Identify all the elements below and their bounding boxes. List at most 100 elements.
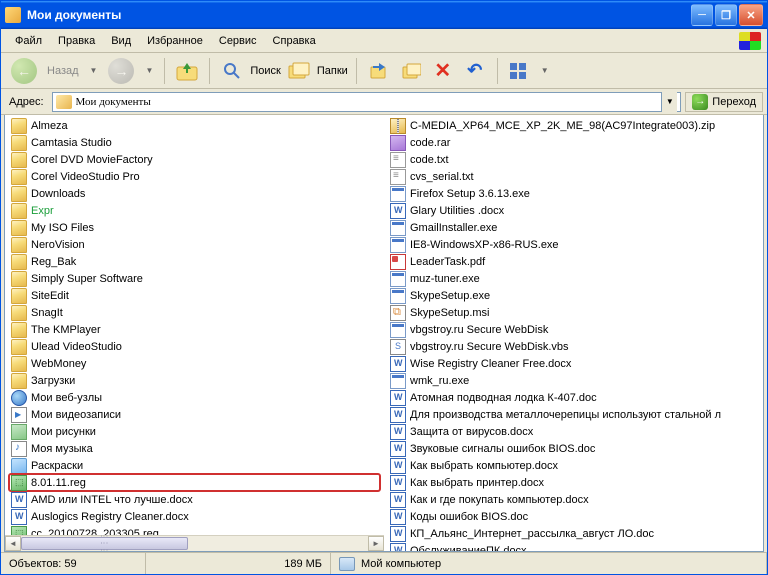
up-button[interactable]	[173, 57, 201, 85]
go-button[interactable]: → Переход	[685, 92, 763, 112]
file-item[interactable]: Атомная подводная лодка К-407.doc	[388, 389, 759, 406]
menu-favorites[interactable]: Избранное	[139, 32, 211, 50]
globe-icon	[11, 390, 27, 406]
file-item[interactable]: Мои веб-узлы	[9, 389, 380, 406]
file-item[interactable]: Almeza	[9, 117, 380, 134]
back-button[interactable]: ←	[7, 54, 41, 88]
folders-button[interactable]	[285, 57, 313, 85]
folders-label[interactable]: Папки	[317, 65, 348, 77]
forward-dropdown[interactable]: ▼	[142, 66, 156, 75]
file-item[interactable]: Как и где покупать компьютер.docx	[388, 491, 759, 508]
back-dropdown[interactable]: ▼	[87, 66, 101, 75]
menu-help[interactable]: Справка	[265, 32, 324, 50]
file-item[interactable]: vbgstroy.ru Secure WebDisk	[388, 321, 759, 338]
file-item[interactable]: Wise Registry Cleaner Free.docx	[388, 355, 759, 372]
close-button[interactable]: ✕	[739, 4, 763, 26]
titlebar[interactable]: Мои документы ─ ❐ ✕	[1, 1, 767, 29]
file-item[interactable]: WebMoney	[9, 355, 380, 372]
file-item[interactable]: muz-tuner.exe	[388, 270, 759, 287]
file-name: muz-tuner.exe	[410, 273, 480, 285]
file-item[interactable]: GmailInstaller.exe	[388, 219, 759, 236]
delete-button[interactable]: ✕	[429, 57, 457, 85]
file-item[interactable]: Firefox Setup 3.6.13.exe	[388, 185, 759, 202]
menu-edit[interactable]: Правка	[50, 32, 103, 50]
file-list[interactable]: AlmezaCamtasia StudioCorel DVD MovieFact…	[4, 115, 764, 552]
file-item[interactable]: Для производства металлочерепицы использ…	[388, 406, 759, 423]
folder-icon	[11, 322, 27, 338]
file-item[interactable]: C-MEDIA_XP64_MCE_XP_2K_ME_98(AC97Integra…	[388, 117, 759, 134]
file-name: Ulead VideoStudio	[31, 341, 122, 353]
file-item[interactable]: Ulead VideoStudio	[9, 338, 380, 355]
file-item[interactable]: Corel DVD MovieFactory	[9, 151, 380, 168]
file-item[interactable]: SkypeSetup.msi	[388, 304, 759, 321]
move-to-button[interactable]	[365, 57, 393, 85]
windows-flag-icon[interactable]	[739, 32, 761, 50]
scroll-track[interactable]	[21, 536, 368, 551]
file-item[interactable]: Коды ошибок BIOS.doc	[388, 508, 759, 525]
folder-icon	[11, 373, 27, 389]
file-name: SkypeSetup.exe	[410, 290, 490, 302]
search-label[interactable]: Поиск	[250, 65, 280, 77]
file-name: Моя музыка	[31, 443, 93, 455]
file-item[interactable]: Звуковые сигналы ошибок BIOS.doc	[388, 440, 759, 457]
file-item[interactable]: Simply Super Software	[9, 270, 380, 287]
file-item[interactable]: NeroVision	[9, 236, 380, 253]
file-item[interactable]: SiteEdit	[9, 287, 380, 304]
file-item[interactable]: cvs_serial.txt	[388, 168, 759, 185]
address-dropdown[interactable]: ▼	[661, 92, 677, 112]
folders-icon	[288, 62, 310, 80]
file-item[interactable]: 8.01.11.reg	[9, 474, 380, 491]
scroll-thumb[interactable]	[21, 537, 188, 550]
copy-to-button[interactable]	[397, 57, 425, 85]
file-name: Как выбрать принтер.docx	[410, 477, 544, 489]
file-item[interactable]: Раскраски	[9, 457, 380, 474]
file-item[interactable]: КП_Альянс_Интернет_рассылка_август ЛО.do…	[388, 525, 759, 542]
file-item[interactable]: ОбслуживаниеПК.docx	[388, 542, 759, 552]
file-name: GmailInstaller.exe	[410, 222, 497, 234]
file-item[interactable]: Мои рисунки	[9, 423, 380, 440]
menu-view[interactable]: Вид	[103, 32, 139, 50]
file-item[interactable]: Corel VideoStudio Pro	[9, 168, 380, 185]
file-item[interactable]: AMD или INTEL что лучше.docx	[9, 491, 380, 508]
file-item[interactable]: Expr	[9, 202, 380, 219]
file-item[interactable]: IE8-WindowsXP-x86-RUS.exe	[388, 236, 759, 253]
file-item[interactable]: code.rar	[388, 134, 759, 151]
file-item[interactable]: Glary Utilities .docx	[388, 202, 759, 219]
scroll-right-button[interactable]: ►	[368, 536, 384, 551]
file-item[interactable]: Как выбрать принтер.docx	[388, 474, 759, 491]
file-item[interactable]: Мои видеозаписи	[9, 406, 380, 423]
file-item[interactable]: Downloads	[9, 185, 380, 202]
undo-button[interactable]: ↶	[461, 57, 489, 85]
menu-tools[interactable]: Сервис	[211, 32, 265, 50]
file-item[interactable]: Camtasia Studio	[9, 134, 380, 151]
file-item[interactable]: My ISO Files	[9, 219, 380, 236]
search-button[interactable]	[218, 57, 246, 85]
menu-file[interactable]: Файл	[7, 32, 50, 50]
file-item[interactable]: LeaderTask.pdf	[388, 253, 759, 270]
file-item[interactable]: The KMPlayer	[9, 321, 380, 338]
file-item[interactable]: wmk_ru.exe	[388, 372, 759, 389]
address-input[interactable]	[76, 96, 658, 108]
file-item[interactable]: Как выбрать компьютер.docx	[388, 457, 759, 474]
pic-icon	[11, 424, 27, 440]
file-item[interactable]: Загрузки	[9, 372, 380, 389]
exe-icon	[390, 186, 406, 202]
views-button[interactable]	[506, 57, 534, 85]
file-item[interactable]: Reg_Bak	[9, 253, 380, 270]
address-input-wrapper[interactable]: ▼	[52, 92, 682, 112]
file-item[interactable]: code.txt	[388, 151, 759, 168]
file-item[interactable]: SkypeSetup.exe	[388, 287, 759, 304]
horizontal-scrollbar[interactable]: ◄ ►	[5, 535, 384, 551]
status-objects: Объектов: 59	[1, 553, 146, 574]
file-item[interactable]: vbgstroy.ru Secure WebDisk.vbs	[388, 338, 759, 355]
views-dropdown[interactable]: ▼	[538, 66, 552, 75]
file-item[interactable]: Auslogics Registry Cleaner.docx	[9, 508, 380, 525]
file-item[interactable]: Моя музыка	[9, 440, 380, 457]
scroll-left-button[interactable]: ◄	[5, 536, 21, 551]
folder-icon	[11, 254, 27, 270]
file-item[interactable]: SnagIt	[9, 304, 380, 321]
forward-button[interactable]: →	[104, 54, 138, 88]
file-item[interactable]: Защита от вирусов.docx	[388, 423, 759, 440]
restore-button[interactable]: ❐	[715, 4, 737, 26]
minimize-button[interactable]: ─	[691, 4, 713, 26]
